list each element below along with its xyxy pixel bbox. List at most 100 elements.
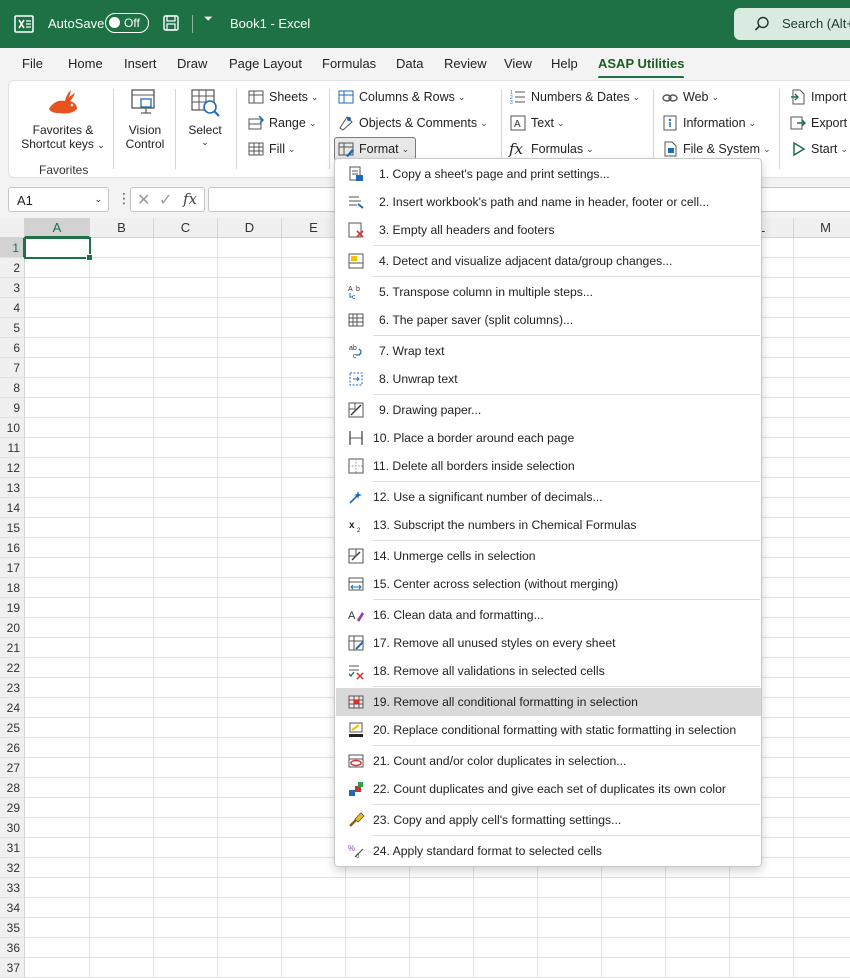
row-header-22[interactable]: 22 <box>0 658 25 678</box>
confirm-icon[interactable]: ✓ <box>159 190 172 210</box>
row-header-18[interactable]: 18 <box>0 578 25 598</box>
menu-item-12[interactable]: 12. Use a significant number of decimals… <box>336 483 761 511</box>
row-header-9[interactable]: 9 <box>0 398 25 418</box>
row-header-37[interactable]: 37 <box>0 958 25 978</box>
menu-item-21[interactable]: 21. Count and/or color duplicates in sel… <box>336 747 761 775</box>
file-system-button[interactable]: File & System ⌄ <box>661 138 771 160</box>
menu-item-9[interactable]: 9. Drawing paper... <box>336 396 761 424</box>
objects-comments-button[interactable]: Objects & Comments ⌄ <box>337 112 488 134</box>
menu-item-11[interactable]: 11. Delete all borders inside selection <box>336 452 761 480</box>
row-header-13[interactable]: 13 <box>0 478 25 498</box>
row-header-29[interactable]: 29 <box>0 798 25 818</box>
row-header-28[interactable]: 28 <box>0 778 25 798</box>
column-header-d[interactable]: D <box>218 218 282 238</box>
row-header-6[interactable]: 6 <box>0 338 25 358</box>
row-header-1[interactable]: 1 <box>0 238 25 258</box>
row-header-26[interactable]: 26 <box>0 738 25 758</box>
information-button[interactable]: Information ⌄ <box>661 112 756 134</box>
menu-item-19[interactable]: 19. Remove all conditional formatting in… <box>336 688 761 716</box>
menu-item-3[interactable]: 3. Empty all headers and footers <box>336 216 761 244</box>
fill-button[interactable]: Fill ⌄ <box>247 138 296 160</box>
tab-formulas[interactable]: Formulas <box>322 56 376 71</box>
text-button[interactable]: A Text ⌄ <box>509 112 564 134</box>
menu-item-22[interactable]: 22. Count duplicates and give each set o… <box>336 775 761 803</box>
numbers-dates-button[interactable]: 123 Numbers & Dates ⌄ <box>509 86 640 108</box>
menu-item-8[interactable]: 8. Unwrap text <box>336 365 761 393</box>
row-header-34[interactable]: 34 <box>0 898 25 918</box>
tab-insert[interactable]: Insert <box>124 56 157 71</box>
row-header-14[interactable]: 14 <box>0 498 25 518</box>
import-button[interactable]: Import⌄ <box>789 86 850 108</box>
tab-file[interactable]: File <box>22 56 43 71</box>
search-box[interactable]: Search (Alt+Q) <box>734 8 850 40</box>
row-header-12[interactable]: 12 <box>0 458 25 478</box>
row-header-4[interactable]: 4 <box>0 298 25 318</box>
tab-draw[interactable]: Draw <box>177 56 207 71</box>
menu-item-23[interactable]: 23. Copy and apply cell's formatting set… <box>336 806 761 834</box>
tab-home[interactable]: Home <box>68 56 103 71</box>
row-header-19[interactable]: 19 <box>0 598 25 618</box>
autosave-toggle[interactable]: Off <box>105 13 149 33</box>
more-options-icon[interactable]: ⋮ <box>117 190 131 207</box>
save-icon[interactable] <box>162 14 180 32</box>
row-header-36[interactable]: 36 <box>0 938 25 958</box>
select-button[interactable]: Select ⌄ <box>181 123 229 148</box>
row-header-8[interactable]: 8 <box>0 378 25 398</box>
row-header-17[interactable]: 17 <box>0 558 25 578</box>
web-button[interactable]: Web ⌄ <box>661 86 719 108</box>
column-header-b[interactable]: B <box>90 218 154 238</box>
row-header-27[interactable]: 27 <box>0 758 25 778</box>
menu-item-10[interactable]: 10. Place a border around each page <box>336 424 761 452</box>
tab-page-layout[interactable]: Page Layout <box>229 56 302 71</box>
row-header-24[interactable]: 24 <box>0 698 25 718</box>
column-header-a[interactable]: A <box>25 218 90 238</box>
row-header-15[interactable]: 15 <box>0 518 25 538</box>
menu-item-1[interactable]: 1. Copy a sheet's page and print setting… <box>336 160 761 188</box>
menu-item-4[interactable]: 4. Detect and visualize adjacent data/gr… <box>336 247 761 275</box>
select-all-corner[interactable] <box>0 218 25 238</box>
active-cell[interactable] <box>24 237 93 261</box>
formulas-button[interactable]: fx Formulas ⌄ <box>509 138 594 160</box>
sheets-button[interactable]: Sheets ⌄ <box>247 86 318 108</box>
quick-access-chevron-icon[interactable]: ⏷ <box>204 13 213 26</box>
menu-item-20[interactable]: 20. Replace conditional formatting with … <box>336 716 761 744</box>
start-button[interactable]: Start ⌄ <box>789 138 848 160</box>
favorites-button[interactable]: Favorites & Shortcut keys ⌄ <box>19 123 107 151</box>
menu-item-17[interactable]: 17. Remove all unused styles on every sh… <box>336 629 761 657</box>
menu-item-13[interactable]: x 2 13. Subscript the numbers in Chemical … <box>336 511 761 539</box>
tab-asap-utilities[interactable]: ASAP Utilities <box>598 56 685 79</box>
row-header-7[interactable]: 7 <box>0 358 25 378</box>
name-box[interactable]: A1 ⌄ <box>8 187 109 212</box>
column-header-c[interactable]: C <box>154 218 218 238</box>
column-header-m[interactable]: M <box>794 218 850 238</box>
row-header-3[interactable]: 3 <box>0 278 25 298</box>
range-button[interactable]: Range ⌄ <box>247 112 316 134</box>
tab-review[interactable]: Review <box>444 56 487 71</box>
tab-data[interactable]: Data <box>396 56 423 71</box>
row-header-10[interactable]: 10 <box>0 418 25 438</box>
row-header-35[interactable]: 35 <box>0 918 25 938</box>
row-header-30[interactable]: 30 <box>0 818 25 838</box>
menu-item-14[interactable]: 14. Unmerge cells in selection <box>336 542 761 570</box>
menu-item-2[interactable]: 2. Insert workbook's path and name in he… <box>336 188 761 216</box>
cancel-icon[interactable]: ✕ <box>137 190 150 210</box>
menu-item-16[interactable]: A 16. Clean data and formatting... <box>336 601 761 629</box>
menu-item-24[interactable]: % 0 24. Apply standard format to selected … <box>336 837 761 865</box>
row-header-21[interactable]: 21 <box>0 638 25 658</box>
row-header-2[interactable]: 2 <box>0 258 25 278</box>
row-header-32[interactable]: 32 <box>0 858 25 878</box>
row-header-23[interactable]: 23 <box>0 678 25 698</box>
menu-item-6[interactable]: 6. The paper saver (split columns)... <box>336 306 761 334</box>
tab-view[interactable]: View <box>504 56 532 71</box>
row-header-16[interactable]: 16 <box>0 538 25 558</box>
row-header-11[interactable]: 11 <box>0 438 25 458</box>
tab-help[interactable]: Help <box>551 56 578 71</box>
menu-item-7[interactable]: ab c 7. Wrap text <box>336 337 761 365</box>
export-button[interactable]: Export⌄ <box>789 112 850 134</box>
row-header-25[interactable]: 25 <box>0 718 25 738</box>
row-header-20[interactable]: 20 <box>0 618 25 638</box>
row-header-31[interactable]: 31 <box>0 838 25 858</box>
row-header-33[interactable]: 33 <box>0 878 25 898</box>
columns-rows-button[interactable]: Columns & Rows ⌄ <box>337 86 465 108</box>
vision-control-button[interactable]: Vision Control <box>119 123 171 151</box>
